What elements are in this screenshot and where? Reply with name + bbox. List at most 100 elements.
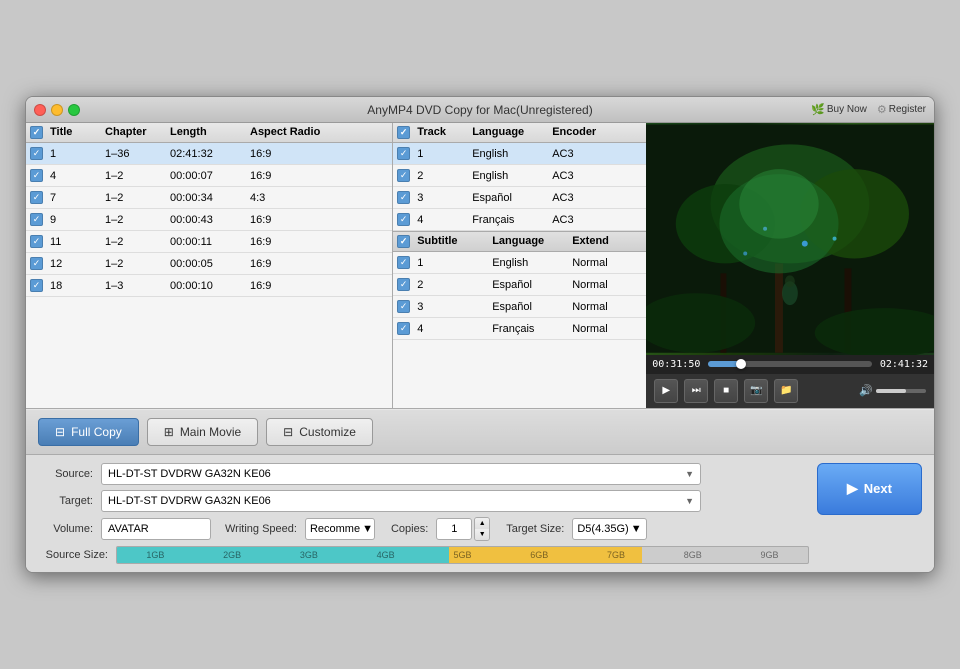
copies-control: 1 ▲ ▼ (436, 517, 490, 541)
table-row[interactable]: ✓ 12 1–2 00:00:05 16:9 (26, 253, 392, 275)
length-cell: 00:00:11 (170, 236, 250, 248)
tick-8gb: 8GB (684, 550, 702, 560)
skip-forward-button[interactable]: ⏭ (684, 379, 708, 403)
row-checkbox[interactable]: ✓ (30, 279, 43, 292)
table-row[interactable]: ✓ 9 1–2 00:00:43 16:9 (26, 209, 392, 231)
row-checkbox[interactable]: ✓ (30, 147, 43, 160)
main-movie-button[interactable]: ⊞ Main Movie (147, 418, 258, 446)
folder-button[interactable]: 📁 (774, 379, 798, 403)
table-row[interactable]: ✓ 3 Español Normal (393, 296, 646, 318)
aspect-cell: 16:9 (250, 148, 350, 160)
writing-speed-dropdown[interactable]: Recomme ▼ (305, 518, 375, 540)
progress-bar[interactable] (708, 361, 871, 367)
encoder-col-header: Encoder (552, 126, 622, 139)
table-row[interactable]: ✓ 4 Français AC3 (393, 209, 646, 231)
row-checkbox[interactable]: ✓ (397, 322, 410, 335)
row-checkbox[interactable]: ✓ (397, 191, 410, 204)
aspect-cell: 16:9 (250, 170, 350, 182)
close-button[interactable] (34, 104, 46, 116)
table-row[interactable]: ✓ 1 1–36 02:41:32 16:9 (26, 143, 392, 165)
encoder-cell: AC3 (552, 170, 622, 182)
player-controls: ▶ ⏭ ■ 📷 📁 🔊 (646, 374, 934, 408)
subtitle-cell: 4 (417, 323, 492, 335)
maximize-button[interactable] (68, 104, 80, 116)
row-checkbox[interactable]: ✓ (30, 257, 43, 270)
full-copy-button[interactable]: ⊟ Full Copy (38, 418, 139, 446)
size-ticks: 1GB 2GB 3GB 4GB 5GB 6GB 7GB 8GB 9GB (117, 547, 808, 563)
row-checkbox[interactable]: ✓ (30, 213, 43, 226)
row-checkbox[interactable]: ✓ (397, 147, 410, 160)
select-all-checkbox[interactable]: ✓ (30, 126, 43, 139)
title-cell: 7 (50, 192, 105, 204)
spin-down-button[interactable]: ▼ (475, 529, 489, 540)
table-row[interactable]: ✓ 18 1–3 00:00:10 16:9 (26, 275, 392, 297)
target-dropdown[interactable]: HL-DT-ST DVDRW GA32N KE06 ▼ (101, 490, 701, 512)
row-checkbox[interactable]: ✓ (30, 235, 43, 248)
row-checkbox[interactable]: ✓ (30, 191, 43, 204)
title-cell: 18 (50, 280, 105, 292)
play-button[interactable]: ▶ (654, 379, 678, 403)
tracks-select-all[interactable]: ✓ (397, 126, 410, 139)
customize-button[interactable]: ⊟ Customize (266, 418, 373, 446)
subtitle-cell: 2 (417, 279, 492, 291)
extend-cell: Normal (572, 301, 642, 313)
track-cell: 2 (417, 170, 472, 182)
source-size-label: Source Size: (38, 549, 108, 561)
table-row[interactable]: ✓ 11 1–2 00:00:11 16:9 (26, 231, 392, 253)
chapter-cell: 1–3 (105, 280, 170, 292)
table-row[interactable]: ✓ 2 Español Normal (393, 274, 646, 296)
target-size-dropdown[interactable]: D5(4.35G) ▼ (572, 518, 647, 540)
title-cell: 1 (50, 148, 105, 160)
register-button[interactable]: ⚙ Register (877, 103, 926, 116)
table-row[interactable]: ✓ 2 English AC3 (393, 165, 646, 187)
source-size-bar: 1GB 2GB 3GB 4GB 5GB 6GB 7GB 8GB 9GB (116, 546, 809, 564)
source-size-row: Source Size: 1GB 2GB 3GB 4GB 5GB 6GB (38, 546, 809, 564)
chapter-cell: 1–2 (105, 192, 170, 204)
titles-table: ✓ Title Chapter Length Aspect Radio ✓ 1 … (26, 123, 393, 407)
gear-icon: ⚙ (877, 103, 887, 116)
title-cell: 4 (50, 170, 105, 182)
options-bottom: Source: HL-DT-ST DVDRW GA32N KE06 ▼ Targ… (38, 463, 922, 564)
language-col-header: Language (472, 126, 552, 139)
tracks-area: ✓ Track Language Encoder ✓ 1 English AC3… (393, 123, 646, 407)
sub-language-col-header: Language (492, 235, 572, 248)
row-checkbox[interactable]: ✓ (397, 300, 410, 313)
buy-now-button[interactable]: 🌿 Buy Now (811, 103, 867, 116)
aspect-cell: 16:9 (250, 258, 350, 270)
subtitle-cell: 1 (417, 257, 492, 269)
table-row[interactable]: ✓ 3 Español AC3 (393, 187, 646, 209)
volume-slider[interactable] (876, 389, 926, 393)
subtitle-col-header: Subtitle (417, 235, 492, 248)
track-cell: 4 (417, 214, 472, 226)
next-arrow-icon: ▶ (847, 480, 858, 497)
title-cell: 11 (50, 236, 105, 248)
table-row[interactable]: ✓ 7 1–2 00:00:34 4:3 (26, 187, 392, 209)
next-button[interactable]: ▶ Next (817, 463, 922, 515)
minimize-button[interactable] (51, 104, 63, 116)
stop-button[interactable]: ■ (714, 379, 738, 403)
extend-col-header: Extend (572, 235, 642, 248)
source-label: Source: (38, 468, 93, 480)
table-row[interactable]: ✓ 1 English AC3 (393, 143, 646, 165)
language-cell: English (472, 170, 552, 182)
row-checkbox[interactable]: ✓ (397, 278, 410, 291)
row-checkbox[interactable]: ✓ (30, 169, 43, 182)
source-dropdown[interactable]: HL-DT-ST DVDRW GA32N KE06 ▼ (101, 463, 701, 485)
window-title: AnyMP4 DVD Copy for Mac(Unregistered) (367, 103, 592, 117)
table-row[interactable]: ✓ 4 Français Normal (393, 318, 646, 340)
volume-input[interactable] (101, 518, 211, 540)
row-checkbox[interactable]: ✓ (397, 256, 410, 269)
table-row[interactable]: ✓ 4 1–2 00:00:07 16:9 (26, 165, 392, 187)
traffic-lights (34, 104, 80, 116)
sub-language-cell: Español (492, 301, 572, 313)
dropdown-arrow: ▼ (362, 523, 373, 535)
copies-input[interactable]: 1 (436, 518, 472, 540)
row-checkbox[interactable]: ✓ (397, 213, 410, 226)
spin-up-button[interactable]: ▲ (475, 518, 489, 529)
language-cell: Español (472, 192, 552, 204)
subtitles-select-all[interactable]: ✓ (397, 235, 410, 248)
row-checkbox[interactable]: ✓ (397, 169, 410, 182)
table-row[interactable]: ✓ 1 English Normal (393, 252, 646, 274)
chapter-cell: 1–36 (105, 148, 170, 160)
screenshot-button[interactable]: 📷 (744, 379, 768, 403)
